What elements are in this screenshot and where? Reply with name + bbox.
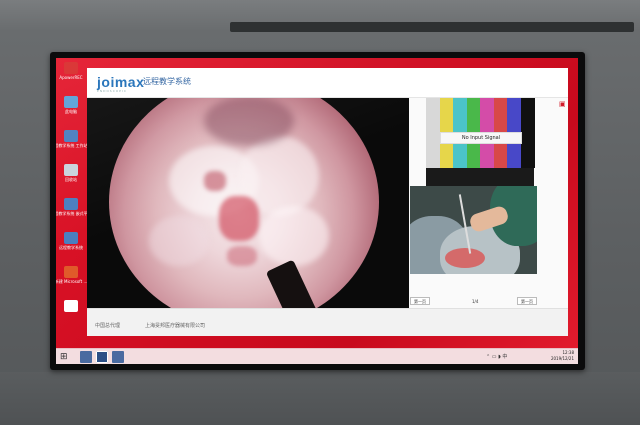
- color-bar: [426, 98, 440, 168]
- desktop-icon-glyph: [64, 62, 78, 74]
- secondary-video-no-signal[interactable]: No Input Signal: [426, 98, 535, 186]
- main-endoscope-video[interactable]: [87, 98, 409, 308]
- desktop-icon[interactable]: ApowerREC: [58, 62, 84, 96]
- desktop-icon-glyph: [64, 130, 78, 142]
- fullscreen-icon[interactable]: ▣: [559, 100, 567, 108]
- operating-room-camera[interactable]: [410, 186, 537, 274]
- taskbar-clock[interactable]: 12:38 2019/12/21: [532, 350, 574, 362]
- page-indicator: 1/4: [472, 299, 479, 304]
- desktop-icon-column: ApowerREC 此电脑远程教学系统 工作站端回收站远程教学系统 嵌式平端远程教…: [56, 58, 92, 348]
- taskbar-app-button[interactable]: [80, 351, 92, 363]
- app-footer: 中国总代理 上海旻邦医疗器械有限公司: [87, 308, 568, 336]
- windows-icon[interactable]: ⊞: [60, 352, 70, 362]
- system-tray-icons[interactable]: ⌃ ▭ ◗ 中: [486, 353, 507, 360]
- desktop-icon[interactable]: 新建 Microsoft ...: [56, 266, 88, 300]
- teaching-app-window: joimax ENDOSCOPIC 远程教学系统 ▣ No Input Sign…: [87, 68, 568, 336]
- projector-screen-roll: [230, 22, 634, 32]
- desktop-icon[interactable]: 回收站: [58, 164, 84, 198]
- app-header: joimax ENDOSCOPIC 远程教学系统: [87, 68, 568, 98]
- desktop-icon[interactable]: 远程教学系统: [58, 232, 84, 266]
- prev-page-button[interactable]: 第一页: [410, 297, 430, 305]
- desktop-icon-label: 此电脑: [65, 109, 77, 114]
- desktop-icon-label: 回收站: [65, 177, 77, 182]
- desktop-icon[interactable]: 远程教学系统 工作站端: [56, 130, 92, 164]
- app-logo: joimax: [97, 74, 145, 90]
- desktop-icon-glyph: [64, 96, 78, 108]
- desktop-icon-glyph: [64, 266, 78, 278]
- desktop-icon-glyph: [64, 232, 78, 244]
- desktop-icon-label: 远程教学系统: [59, 245, 83, 250]
- clock-date: 2019/12/21: [550, 356, 574, 361]
- desktop: ApowerREC此电脑远程教学系统 工作站端回收站远程教学系统 嵌式平端远程教…: [56, 58, 578, 364]
- footer-company-name: 上海旻邦医疗器械有限公司: [145, 323, 206, 329]
- next-page-button[interactable]: 第一页: [517, 297, 537, 305]
- desktop-icon-label: 新建 Microsoft ...: [56, 279, 88, 284]
- color-bars-base: [426, 168, 534, 186]
- desktop-icon-glyph: [64, 198, 78, 210]
- endoscope-view: [109, 98, 379, 308]
- app-title: 远程教学系统: [143, 77, 191, 86]
- desktop-icon-glyph: [64, 300, 78, 312]
- desktop-icon[interactable]: 远程教学系统 嵌式平端: [56, 198, 92, 232]
- taskbar: ⊞ ⌃ ▭ ◗ 中 12:38 2019/12/21: [56, 348, 578, 364]
- desktop-icon[interactable]: 此电脑: [58, 96, 84, 130]
- color-bar: [520, 98, 535, 168]
- footer-distributor-label: 中国总代理: [95, 323, 121, 329]
- desktop-icon-glyph: [64, 164, 78, 176]
- lower-wall: [0, 372, 640, 425]
- desktop-icon[interactable]: [58, 300, 84, 334]
- taskbar-app-button[interactable]: [112, 351, 124, 363]
- taskbar-app-button-active[interactable]: [96, 351, 108, 363]
- no-signal-label: No Input Signal: [440, 132, 522, 144]
- desktop-icon-label: ApowerREC: [59, 75, 83, 80]
- app-logo-subtitle: ENDOSCOPIC: [97, 89, 127, 93]
